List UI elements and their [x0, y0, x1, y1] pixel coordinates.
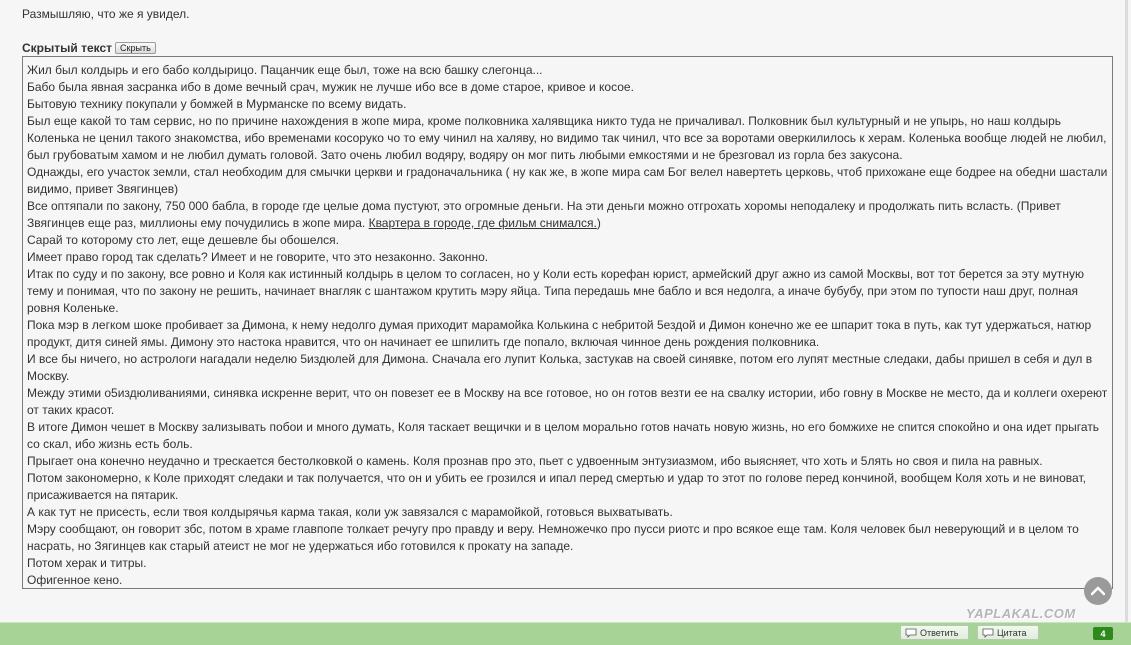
quote-bubble-icon	[982, 628, 994, 638]
apartment-link[interactable]: Квартера в городе, где фильм снимался.	[369, 216, 597, 230]
spoiler-paragraph: Однажды, его участок земли, стал необход…	[27, 165, 1108, 196]
spoiler-title: Скрытый текст	[22, 41, 113, 55]
spoiler-paragraph: Офигенное кено.	[27, 573, 123, 587]
reply-button[interactable]: Ответить	[900, 625, 969, 640]
speech-bubble-icon	[905, 628, 917, 638]
spoiler-paragraph: Бабо была явная засранка ибо в доме вечн…	[27, 80, 634, 94]
spoiler-paragraph: В итоге Димон чешет в Москву зализывать …	[27, 420, 1100, 451]
scroll-divider	[1125, 0, 1128, 622]
reply-label: Ответить	[920, 627, 959, 638]
spoiler-paragraph: Был еще какой то там сервис, но по причи…	[27, 114, 1107, 162]
spoiler-paragraph: Бытовую технику покупали у бомжей в Мурм…	[27, 97, 407, 111]
spoiler-paragraph: Потом закономерно, к Коле приходят следа…	[27, 471, 1086, 502]
quote-label: Цитата	[997, 627, 1027, 638]
spoiler-paragraph-money: Все оптяпали по закону, 750 000 бабла, в…	[27, 198, 1108, 232]
quote-button[interactable]: Цитата	[977, 625, 1039, 640]
spoiler-paragraph: Пока мэр в легком шоке пробивает за Димо…	[27, 318, 1092, 349]
post-area: Размышляю, что же я увидел. Скрытый текс…	[0, 0, 1128, 622]
chevron-up-icon	[1091, 586, 1105, 596]
spoiler-paragraph: Прыгает она конечно неудачно и трескаетс…	[27, 454, 1043, 468]
spoiler-paragraph: Между этими о5издюливаниями, синявка иск…	[27, 386, 1108, 417]
spoiler-hide-button[interactable]: Скрыть	[115, 42, 156, 54]
spoiler-paragraph: Жил был колдырь и его бабо колдырицо. Па…	[27, 63, 543, 77]
rating-count-badge[interactable]: 4	[1093, 627, 1113, 640]
money-tail: )	[596, 216, 601, 230]
spoiler-paragraph: Имеет право город так сделать? Имеет и н…	[27, 250, 489, 264]
scroll-to-top-button[interactable]	[1084, 577, 1112, 605]
post-intro-text: Размышляю, что же я увидел.	[22, 7, 190, 21]
spoiler-paragraph: Мэру сообщают, он говорит збс, потом в х…	[27, 522, 1079, 553]
site-logo: YAPLAKAL.COM	[966, 606, 1076, 621]
spoiler-paragraph: Сарай то которому сто лет, еще дешевле б…	[27, 233, 339, 247]
spoiler-paragraph: И все бы ничего, но астрологи нагадали н…	[27, 352, 1093, 383]
spoiler-paragraph: А как тут не присесть, если твоя колдыря…	[27, 505, 673, 519]
spoiler-header: Скрытый текст Скрыть	[22, 41, 156, 55]
spoiler-paragraph: Потом херак и титры.	[27, 556, 147, 570]
spoiler-content: Жил был колдырь и его бабо колдырицо. Па…	[22, 56, 1113, 589]
spoiler-paragraph: Итак по суду и по закону, все ровно и Ко…	[27, 267, 1084, 315]
